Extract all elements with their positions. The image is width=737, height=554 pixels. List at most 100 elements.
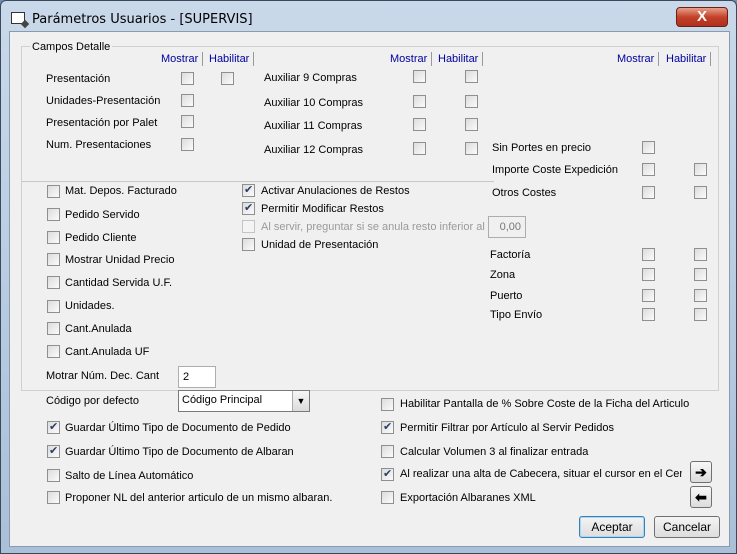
- preguntar-anula-resto-checkbox[interactable]: [242, 220, 255, 233]
- situar-cursor-centro-checkbox[interactable]: [381, 467, 394, 481]
- check-label: Exportación Albaranes XML: [400, 492, 536, 504]
- dec-cant-input[interactable]: 2: [178, 366, 216, 388]
- chevron-down-icon[interactable]: ▼: [292, 391, 309, 411]
- check-label: Permitir Filtrar por Artículo al Servir …: [400, 422, 614, 434]
- habilitar-pantalla-coste-checkbox[interactable]: [381, 398, 394, 411]
- num-presentaciones-mostrar-checkbox[interactable]: [181, 138, 194, 151]
- coste-expedicion-habilitar-checkbox[interactable]: [694, 163, 707, 176]
- header-habilitar-col2: Habilitar: [438, 52, 484, 66]
- field-label: Factoría: [490, 249, 531, 261]
- check-label: Mat. Depos. Facturado: [65, 185, 177, 197]
- check-label: Calcular Volumen 3 al finalizar entrada: [400, 446, 589, 458]
- field-label: Importe Coste Expedición: [492, 164, 618, 176]
- unidades-presentacion-mostrar-checkbox[interactable]: [181, 94, 194, 107]
- proponer-nl-checkbox[interactable]: [47, 491, 60, 504]
- factoria-mostrar-checkbox[interactable]: [642, 248, 655, 261]
- aux11-habilitar-checkbox[interactable]: [465, 118, 478, 131]
- resto-percent-field[interactable]: 0,00: [488, 216, 526, 238]
- check-label: Al servir, preguntar si se anula resto i…: [261, 221, 498, 233]
- guardar-tipo-albaran-checkbox[interactable]: [47, 444, 60, 458]
- window-title: Parámetros Usuarios - [SUPERVIS]: [32, 12, 253, 27]
- unidades-checkbox[interactable]: [47, 300, 60, 313]
- check-label: Unidad de Presentación: [261, 239, 379, 251]
- cantidad-servida-uf-checkbox[interactable]: [47, 276, 60, 289]
- puerto-mostrar-checkbox[interactable]: [642, 289, 655, 302]
- aux9-habilitar-checkbox[interactable]: [465, 70, 478, 83]
- field-label: Num. Presentaciones: [46, 139, 152, 151]
- field-label: Otros Costes: [492, 187, 557, 199]
- aux11-mostrar-checkbox[interactable]: [413, 118, 426, 131]
- title-bar[interactable]: Parámetros Usuarios - [SUPERVIS] X: [1, 1, 736, 31]
- check-label: Activar Anulaciones de Restos: [261, 185, 410, 197]
- check-label: Permitir Modificar Restos: [261, 203, 384, 215]
- check-label: Salto de Línea Automático: [65, 470, 194, 482]
- mat-depos-facturado-checkbox[interactable]: [47, 185, 60, 198]
- accept-button[interactable]: Aceptar: [579, 516, 645, 538]
- check-label: Proponer NL del anterior articulo de un …: [65, 492, 333, 504]
- presentacion-mostrar-checkbox[interactable]: [181, 72, 194, 85]
- mostrar-unidad-precio-checkbox[interactable]: [47, 253, 60, 266]
- check-label: Cantidad Servida U.F.: [65, 277, 172, 289]
- field-label: Presentación: [46, 73, 111, 85]
- zona-mostrar-checkbox[interactable]: [642, 268, 655, 281]
- salto-linea-checkbox[interactable]: [47, 469, 60, 482]
- group-label: Campos Detalle: [30, 41, 113, 53]
- header-mostrar-col1: Mostrar: [161, 52, 204, 66]
- pedido-cliente-checkbox[interactable]: [47, 231, 60, 244]
- check-label: Cant.Anulada UF: [65, 346, 150, 358]
- exportacion-xml-checkbox[interactable]: [381, 491, 394, 504]
- header-mostrar-col3: Mostrar: [617, 52, 660, 66]
- otros-costes-habilitar-checkbox[interactable]: [694, 186, 707, 199]
- otros-costes-mostrar-checkbox[interactable]: [642, 186, 655, 199]
- dec-cant-label: Motrar Núm. Dec. Cant: [46, 370, 160, 382]
- check-label: Habilitar Pantalla de % Sobre Coste de l…: [400, 398, 690, 410]
- check-label: Guardar Último Tipo de Documento de Pedi…: [65, 422, 291, 434]
- puerto-habilitar-checkbox[interactable]: [694, 289, 707, 302]
- codigo-label: Código por defecto: [46, 395, 139, 407]
- check-label: Mostrar Unidad Precio: [65, 254, 175, 266]
- activar-anulaciones-checkbox[interactable]: [242, 183, 255, 197]
- field-label: Sin Portes en precio: [492, 142, 592, 154]
- header-habilitar-col1: Habilitar: [209, 52, 255, 66]
- sin-portes-mostrar-checkbox[interactable]: [642, 141, 655, 154]
- aux9-mostrar-checkbox[interactable]: [413, 70, 426, 83]
- aux12-habilitar-checkbox[interactable]: [465, 142, 478, 155]
- codigo-select[interactable]: Código Principal ▼: [178, 390, 310, 412]
- coste-expedicion-mostrar-checkbox[interactable]: [642, 163, 655, 176]
- aux10-mostrar-checkbox[interactable]: [413, 95, 426, 108]
- unidad-presentacion-checkbox[interactable]: [242, 238, 255, 251]
- cant-anulada-uf-checkbox[interactable]: [47, 345, 60, 358]
- settings-window-icon: [11, 12, 25, 24]
- header-mostrar-col2: Mostrar: [390, 52, 433, 66]
- pedido-servido-checkbox[interactable]: [47, 208, 60, 221]
- permitir-modificar-restos-checkbox[interactable]: [242, 201, 255, 215]
- zona-habilitar-checkbox[interactable]: [694, 268, 707, 281]
- presentacion-palet-mostrar-checkbox[interactable]: [181, 115, 194, 128]
- check-label: Guardar Último Tipo de Documento de Alba…: [65, 446, 294, 458]
- field-label: Zona: [490, 269, 516, 281]
- aux10-habilitar-checkbox[interactable]: [465, 95, 478, 108]
- cant-anulada-checkbox[interactable]: [47, 322, 60, 335]
- check-label: Al realizar una alta de Cabecera, situar…: [400, 468, 682, 480]
- codigo-selected-value: Código Principal: [182, 394, 263, 406]
- calcular-volumen-checkbox[interactable]: [381, 445, 394, 458]
- header-habilitar-col3: Habilitar: [666, 52, 712, 66]
- close-button[interactable]: X: [676, 7, 728, 27]
- presentacion-habilitar-checkbox[interactable]: [221, 72, 234, 85]
- permitir-filtrar-articulo-checkbox[interactable]: [381, 420, 394, 434]
- field-label: Presentación por Palet: [46, 117, 158, 129]
- check-label: Pedido Servido: [65, 209, 140, 221]
- factoria-habilitar-checkbox[interactable]: [694, 248, 707, 261]
- check-label: Pedido Cliente: [65, 232, 137, 244]
- check-label: Cant.Anulada: [65, 323, 132, 335]
- tipo-envio-mostrar-checkbox[interactable]: [642, 308, 655, 321]
- dialog-body: Campos Detalle Mostrar Habilitar Mostrar…: [9, 31, 730, 547]
- arrow-right-icon[interactable]: ➔: [690, 461, 712, 483]
- aux12-mostrar-checkbox[interactable]: [413, 142, 426, 155]
- field-label: Auxiliar 11 Compras: [264, 120, 363, 132]
- arrow-left-icon[interactable]: ⬅: [690, 486, 712, 508]
- cancel-button[interactable]: Cancelar: [654, 516, 720, 538]
- guardar-tipo-pedido-checkbox[interactable]: [47, 420, 60, 434]
- tipo-envio-habilitar-checkbox[interactable]: [694, 308, 707, 321]
- field-label: Auxiliar 12 Compras: [264, 144, 364, 156]
